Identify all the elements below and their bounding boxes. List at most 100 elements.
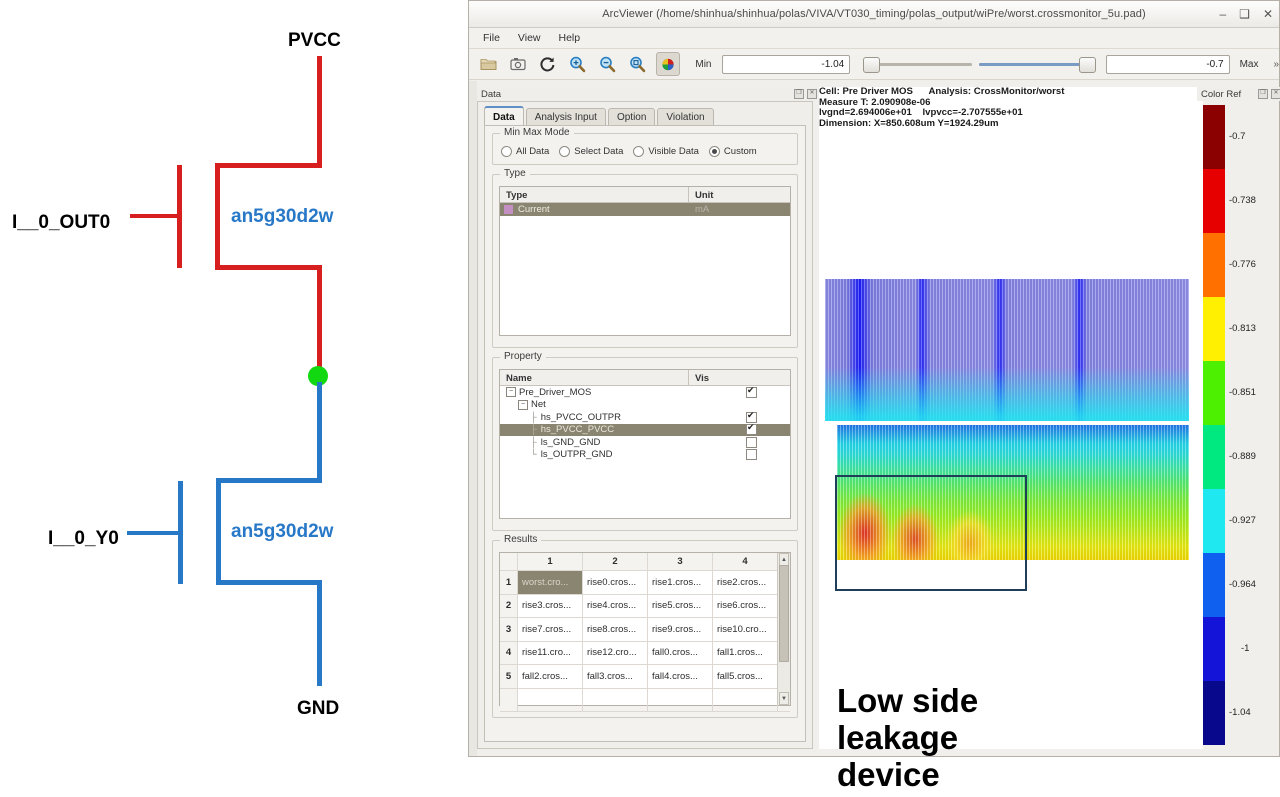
results-col-2[interactable]: 2 [583, 553, 648, 570]
table-cell[interactable]: worst.cro... [518, 571, 583, 594]
scrollbar-thumb[interactable] [779, 565, 789, 662]
table-cell[interactable]: fall1.cros... [713, 641, 778, 664]
table-cell[interactable]: fall0.cros... [648, 641, 713, 664]
expander-icon[interactable]: − [506, 387, 516, 398]
table-cell[interactable] [583, 688, 648, 711]
tab-violation[interactable]: Violation [657, 108, 714, 126]
table-cell[interactable]: rise4.cros... [583, 594, 648, 617]
radio-visible-data-dot [633, 146, 645, 157]
window-controls: – ❑ ✕ [1219, 1, 1273, 27]
minimize-button[interactable]: – [1219, 8, 1226, 20]
radio-custom-dot [708, 146, 720, 157]
open-folder-icon[interactable] [477, 53, 500, 75]
results-col-3[interactable]: 3 [648, 553, 713, 570]
table-cell[interactable] [713, 688, 778, 711]
vis-checkbox[interactable] [746, 436, 757, 448]
max-slider-knob[interactable] [1079, 57, 1097, 73]
radio-all-data[interactable]: All Data [501, 146, 549, 157]
dock-close-icon[interactable]: ✕ [1271, 89, 1280, 99]
vis-checkbox[interactable] [746, 422, 757, 436]
results-header-row: 1 2 3 4 [500, 553, 790, 571]
radio-all-data-dot [501, 146, 512, 157]
table-cell[interactable]: rise8.cros... [583, 618, 648, 641]
min-slider[interactable] [863, 55, 973, 73]
tree-label: hs_PVCC_OUTPR [540, 411, 621, 423]
heatmap-upper-device[interactable] [825, 279, 1189, 421]
vis-checkbox[interactable] [746, 385, 757, 398]
radio-visible-data[interactable]: Visible Data [633, 146, 699, 157]
tree-row-ls-gnd-gnd[interactable]: ├ ls_GND_GND [500, 436, 790, 449]
scroll-down-arrow-icon[interactable]: ▼ [779, 692, 789, 705]
table-cell[interactable]: fall2.cros... [518, 665, 583, 688]
table-cell[interactable]: fall4.cros... [648, 665, 713, 688]
table-cell[interactable]: rise2.cros... [713, 571, 778, 594]
max-input[interactable]: -0.7 [1105, 54, 1230, 74]
table-row[interactable]: 2 rise3.cros... rise4.cros... rise5.cros… [500, 594, 790, 618]
table-row[interactable]: 4 rise11.cro... rise12.cro... fall0.cros… [500, 641, 790, 665]
toolbar-overflow-icon[interactable]: » [1273, 59, 1279, 70]
zoom-fit-icon[interactable] [626, 53, 649, 75]
radio-select-data[interactable]: Select Data [559, 146, 623, 157]
snapshot-icon[interactable] [507, 53, 530, 75]
zoom-in-icon[interactable] [566, 53, 589, 75]
tree-row-ls-outpr-gnd[interactable]: └ ls_OUTPR_GND [500, 449, 790, 462]
table-cell[interactable]: rise9.cros... [648, 618, 713, 641]
annotation-line-2: leakage [837, 718, 959, 756]
table-cell[interactable]: fall5.cros... [713, 665, 778, 688]
table-cell[interactable]: rise10.cro... [713, 618, 778, 641]
tree-row-hs-pvcc-pvcc[interactable]: ├ hs_PVCC_PVCC [500, 422, 790, 436]
undock-icon[interactable]: ❐ [1258, 89, 1268, 99]
visualization-canvas[interactable]: Cell: Pre Driver MOS Analysis: CrossMoni… [819, 86, 1203, 793]
table-cell[interactable]: rise5.cros... [648, 594, 713, 617]
reload-icon[interactable] [537, 53, 560, 75]
table-cell[interactable]: rise12.cro... [583, 641, 648, 664]
min-input[interactable]: -1.04 [722, 54, 851, 74]
table-cell[interactable]: rise11.cro... [518, 641, 583, 664]
max-slider[interactable] [979, 55, 1097, 73]
zoom-out-icon[interactable] [596, 53, 619, 75]
data-dock-title: Data [481, 88, 502, 100]
results-grid[interactable]: 1 2 3 4 1 worst.cro... rise0.cros... ris… [499, 552, 791, 712]
vis-checkbox[interactable] [746, 410, 757, 423]
color-scale-bar [1203, 105, 1225, 745]
table-cell[interactable]: fall3.cros... [583, 665, 648, 688]
color-palette-icon[interactable] [655, 52, 681, 76]
table-row[interactable]: 3 rise7.cros... rise8.cros... rise9.cros… [500, 618, 790, 642]
tab-data[interactable]: Data [484, 106, 524, 126]
tab-analysis-input[interactable]: Analysis Input [525, 108, 606, 126]
radio-custom[interactable]: Custom [708, 146, 757, 157]
close-button[interactable]: ✕ [1263, 8, 1273, 20]
table-cell[interactable]: rise3.cros... [518, 594, 583, 617]
results-group: Results 1 2 3 4 1 worst.cro... rise0.cro… [492, 534, 798, 718]
type-listview[interactable]: Type Unit Current mA [499, 186, 791, 336]
results-col-4[interactable]: 4 [713, 553, 778, 570]
results-vertical-scrollbar[interactable]: ▲ ▼ [777, 553, 790, 705]
table-cell[interactable]: rise0.cros... [583, 571, 648, 594]
dock-close-icon[interactable]: ✕ [807, 89, 817, 99]
results-col-1[interactable]: 1 [518, 553, 583, 570]
menu-help[interactable]: Help [559, 32, 581, 44]
pvcc-wire [317, 56, 322, 166]
tab-option[interactable]: Option [607, 108, 656, 126]
table-cell[interactable]: rise6.cros... [713, 594, 778, 617]
menu-view[interactable]: View [518, 32, 541, 44]
table-row[interactable]: 1 worst.cro... rise0.cros... rise1.cros.… [500, 571, 790, 595]
color-tick-4: -0.851 [1229, 387, 1256, 398]
table-cell[interactable]: rise1.cros... [648, 571, 713, 594]
table-cell[interactable] [648, 688, 713, 711]
tree-row-pre-driver-mos[interactable]: − Pre_Driver_MOS [500, 385, 790, 399]
property-treeview[interactable]: Name Vis −Pre_Driver_MOS −Net ├hs_P [499, 369, 791, 519]
maximize-button[interactable]: ❑ [1239, 8, 1250, 20]
selection-box[interactable] [835, 475, 1027, 591]
table-row[interactable]: 5 fall2.cros... fall3.cros... fall4.cros… [500, 665, 790, 689]
undock-icon[interactable]: ❐ [794, 89, 804, 99]
min-slider-knob[interactable] [863, 57, 881, 73]
menu-file[interactable]: File [483, 32, 500, 44]
type-row-current[interactable]: Current mA [500, 203, 790, 216]
table-cell[interactable]: rise7.cros... [518, 618, 583, 641]
type-listview-header: Type Unit [500, 187, 790, 203]
table-cell[interactable] [518, 688, 583, 711]
table-row-empty[interactable] [500, 688, 790, 712]
expander-icon[interactable]: − [518, 399, 528, 410]
vis-checkbox[interactable] [746, 449, 757, 461]
